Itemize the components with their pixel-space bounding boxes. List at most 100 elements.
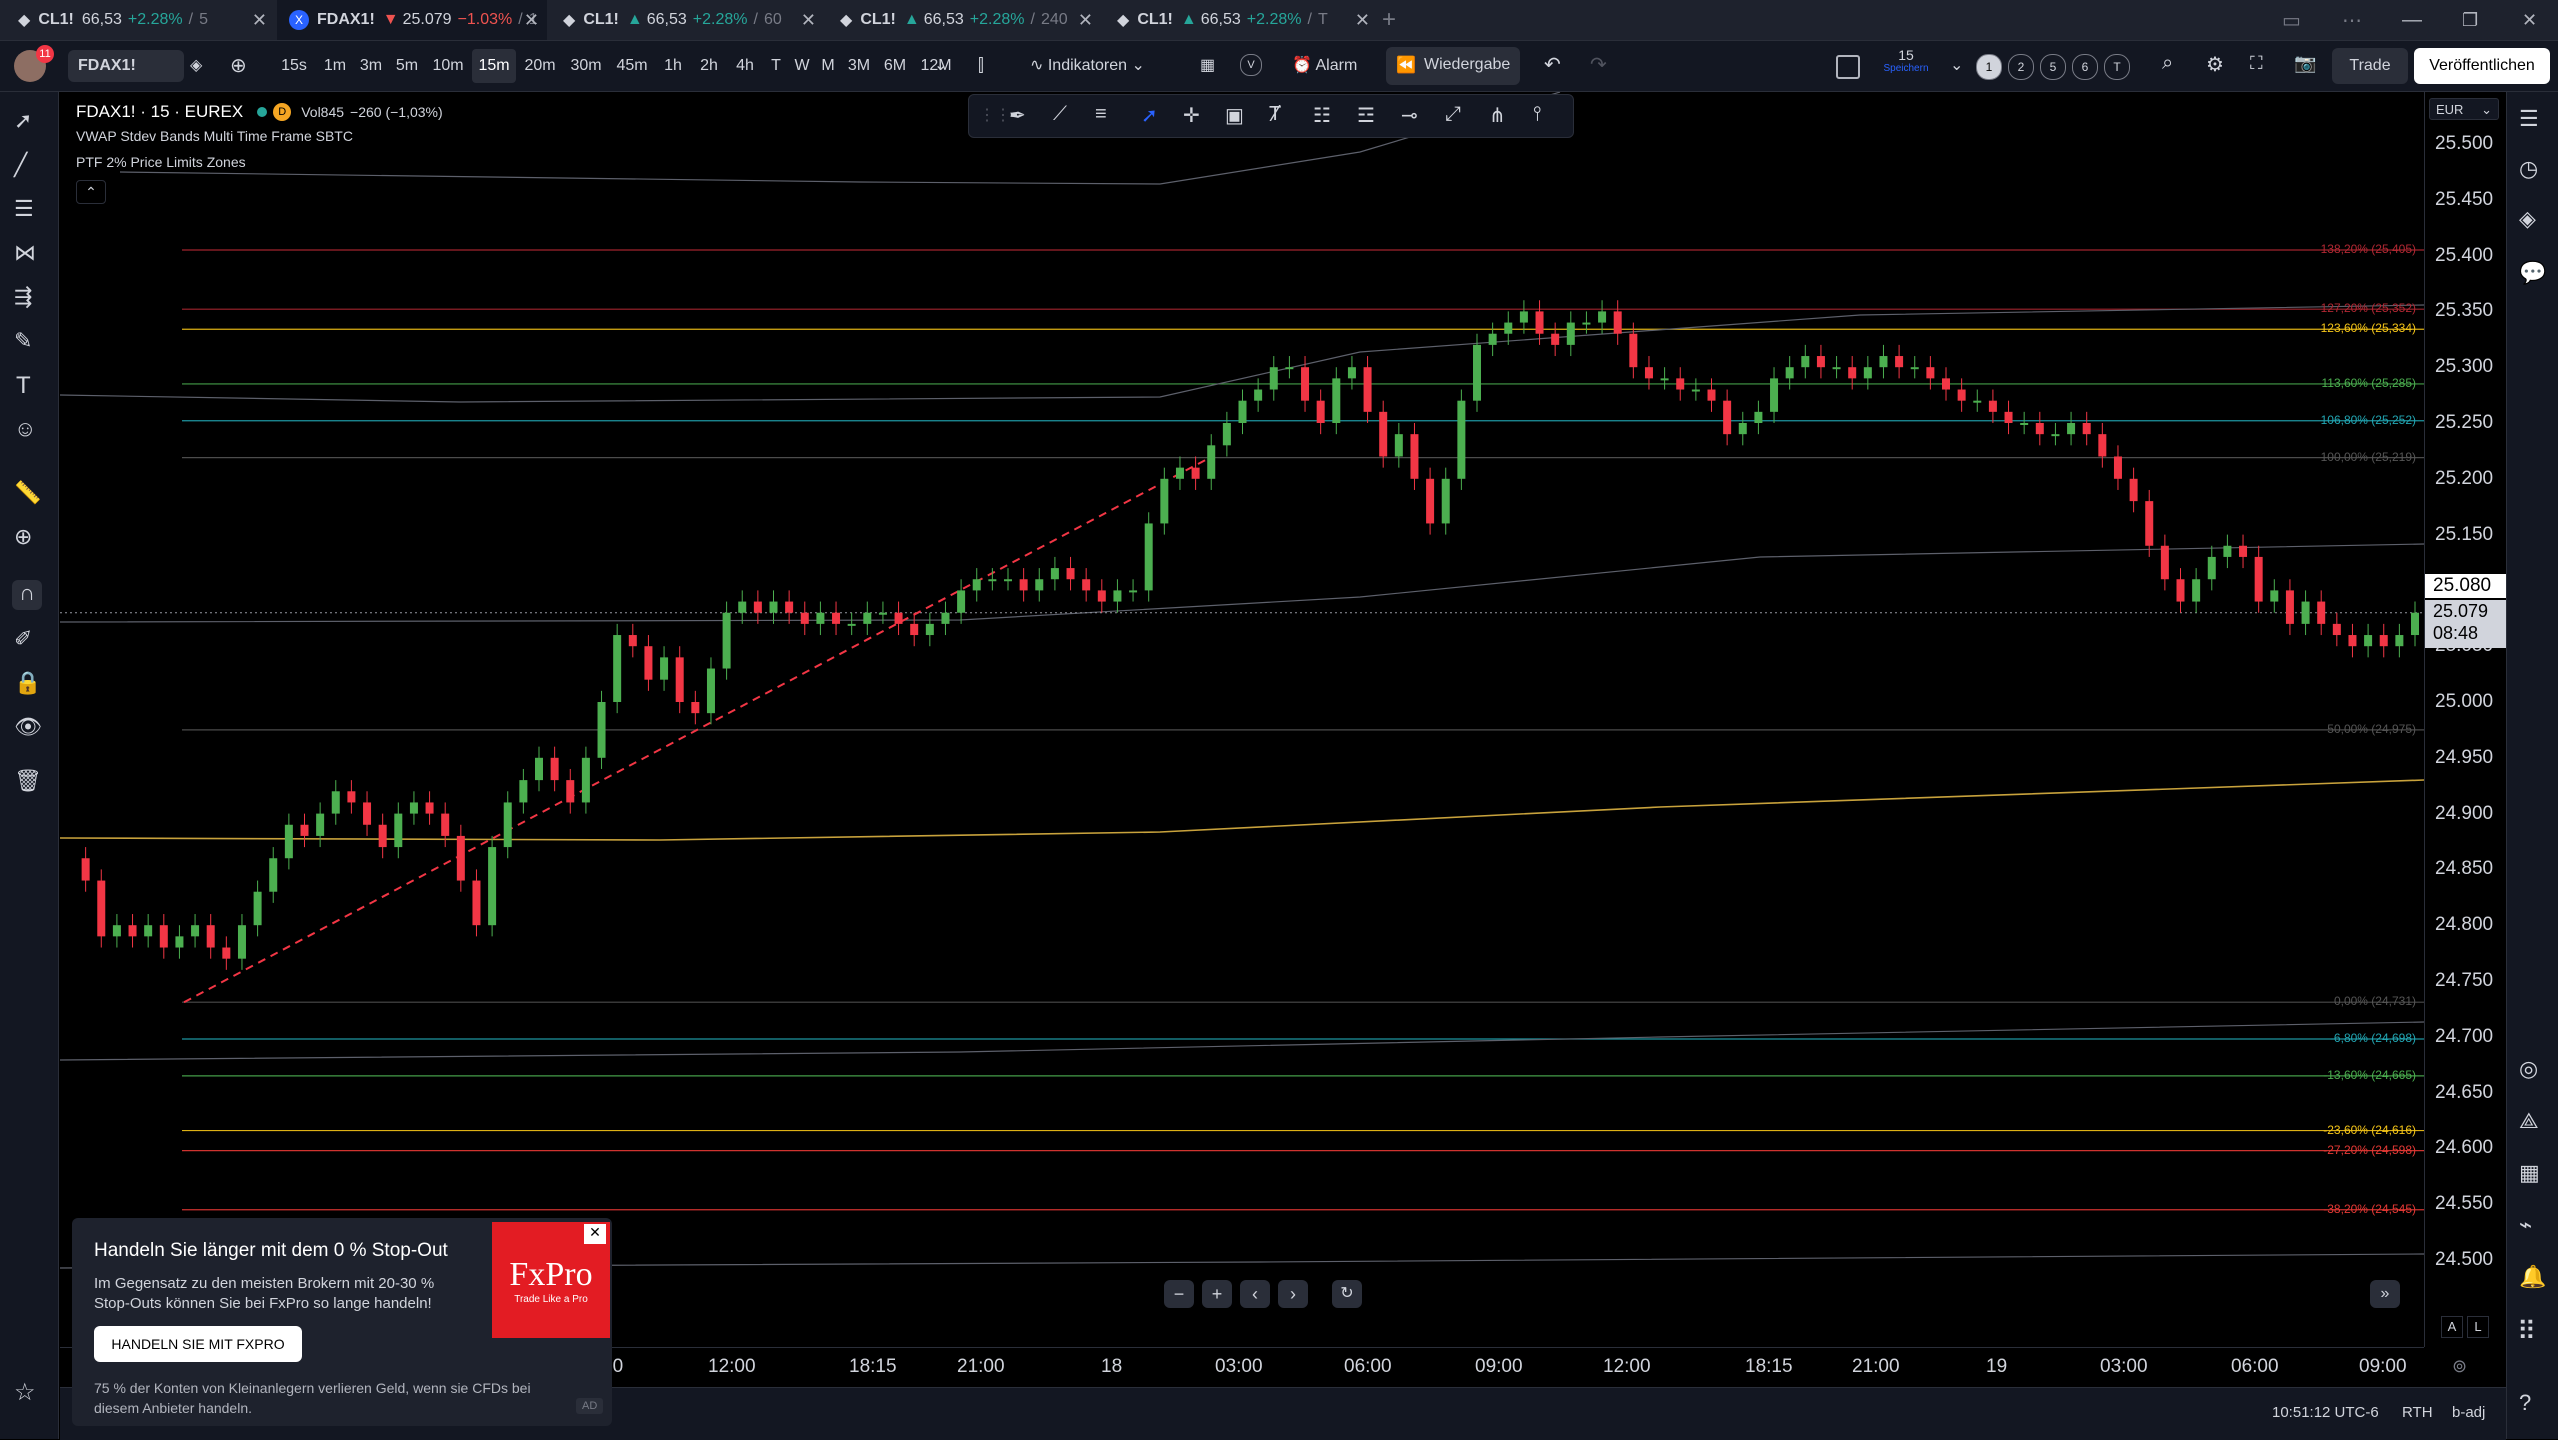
redo-icon[interactable]: ↷ bbox=[1590, 52, 1607, 77]
signal-icon[interactable]: ⌁ bbox=[2519, 1212, 2549, 1242]
session-button[interactable]: RTH bbox=[2402, 1404, 2433, 1421]
camera-icon[interactable]: 📷 bbox=[2294, 53, 2316, 74]
alerts-clock-icon[interactable]: ◷ bbox=[2519, 156, 2549, 186]
scroll-right-button[interactable]: › bbox=[1278, 1280, 1308, 1308]
pointer-icon[interactable]: ➚ bbox=[1141, 103, 1158, 128]
trade-button[interactable]: Trade bbox=[2332, 48, 2408, 84]
target-icon[interactable]: ◎ bbox=[2519, 1056, 2549, 1086]
interval-3m[interactable]: 3m bbox=[354, 49, 388, 83]
eye-icon[interactable]: 👁 bbox=[14, 714, 44, 744]
window-close-icon[interactable]: ✕ bbox=[2522, 0, 2537, 40]
chevron-down-icon[interactable]: ⌄ bbox=[934, 55, 947, 75]
publish-button[interactable]: Veröffentlichen bbox=[2414, 48, 2550, 84]
zoom-in-icon[interactable]: ⊕ bbox=[14, 524, 44, 554]
chat-icon[interactable]: 💬 bbox=[2519, 260, 2549, 290]
chart-pane[interactable] bbox=[60, 92, 2424, 1347]
layout-icon[interactable]: ▭ bbox=[2282, 0, 2301, 40]
alarm-button[interactable]: ⏰ Alarm bbox=[1292, 55, 1357, 75]
text-tool-icon[interactable]: Ⱦ bbox=[1269, 103, 1281, 126]
chart-tab-4[interactable]: ◆ CL1! ▲ 66,53 +2.28% /240 ✕ bbox=[826, 0, 1101, 40]
chart-tab-2[interactable]: X FDAX1! ▼ 25.079 −1.03% /1 ✕ bbox=[277, 0, 547, 40]
maximize-icon[interactable]: ❐ bbox=[2462, 0, 2478, 40]
interval-10m[interactable]: 10m bbox=[426, 49, 470, 83]
indicator-price-limits[interactable]: PTF 2% Price Limits Zones bbox=[76, 154, 443, 170]
page-button-6[interactable]: 6 bbox=[2072, 54, 2098, 80]
pen-icon[interactable]: ✒ bbox=[1009, 103, 1026, 128]
interval-20m[interactable]: 20m bbox=[518, 49, 562, 83]
interval-6M[interactable]: 6M bbox=[878, 49, 912, 83]
clock[interactable]: 10:51:12 UTC-6 bbox=[2272, 1404, 2379, 1421]
chart-tab-3[interactable]: ◆ CL1! ▲ 66,53 +2.28% /60 ✕ bbox=[549, 0, 824, 40]
interval-5m[interactable]: 5m bbox=[390, 49, 424, 83]
template-button[interactable]: V bbox=[1240, 54, 1262, 76]
layers-icon[interactable]: ◈ bbox=[2519, 206, 2549, 236]
cursor-icon[interactable]: ➚ bbox=[14, 108, 44, 138]
zoom-in-button[interactable]: + bbox=[1202, 1280, 1232, 1308]
interval-15m[interactable]: 15m bbox=[472, 49, 516, 83]
trendline-icon[interactable]: ╱ bbox=[14, 152, 44, 182]
compare-icon[interactable]: ◈ bbox=[190, 55, 202, 75]
more-icon[interactable]: ⋯ bbox=[2342, 0, 2362, 40]
indicator-vwap[interactable]: VWAP Stdev Bands Multi Time Frame SBTC bbox=[76, 128, 443, 144]
close-icon[interactable]: ✕ bbox=[1355, 10, 1370, 31]
page-button-1[interactable]: 1 bbox=[1976, 54, 2002, 80]
page-button-2[interactable]: 2 bbox=[2008, 54, 2034, 80]
interval-T[interactable]: T bbox=[764, 49, 788, 83]
drag-handle-icon[interactable]: ⋮⋮ bbox=[979, 105, 1011, 125]
time-settings-icon[interactable]: ⊚ bbox=[2452, 1356, 2467, 1377]
interval-30m[interactable]: 30m bbox=[564, 49, 608, 83]
log-scale-button[interactable]: L bbox=[2467, 1316, 2489, 1338]
emoji-icon[interactable]: ☺ bbox=[14, 416, 44, 446]
help-icon[interactable]: ? bbox=[2519, 1390, 2549, 1420]
undo-icon[interactable]: ↶ bbox=[1544, 52, 1561, 77]
scroll-to-realtime-button[interactable]: » bbox=[2370, 1280, 2400, 1308]
calendar-icon[interactable]: ▦ bbox=[2519, 1160, 2549, 1190]
auto-scale-button[interactable]: A bbox=[2441, 1316, 2463, 1338]
watchlist-star-icon[interactable]: ☆ bbox=[14, 1378, 44, 1408]
brush-icon[interactable]: ✎ bbox=[14, 328, 44, 358]
trash-icon[interactable]: 🗑 bbox=[14, 768, 44, 798]
apps-grid-icon[interactable]: ⠿ bbox=[2517, 1316, 2547, 1346]
page-button-5[interactable]: 5 bbox=[2040, 54, 2066, 80]
fib-icon[interactable]: ☰ bbox=[14, 196, 44, 226]
add-symbol-icon[interactable]: ⊕ bbox=[230, 53, 247, 78]
close-icon[interactable]: ✕ bbox=[524, 10, 539, 31]
magnet-icon[interactable]: ∩ bbox=[12, 580, 42, 610]
currency-select[interactable]: EUR ⌄ bbox=[2429, 98, 2499, 120]
pitchfork-icon[interactable]: ⋔ bbox=[1489, 103, 1506, 128]
forecast-icon[interactable]: ⇶ bbox=[14, 284, 44, 314]
interval-45m[interactable]: 45m bbox=[610, 49, 654, 83]
interval-4h[interactable]: 4h bbox=[728, 49, 762, 83]
ad-close-icon[interactable]: ✕ bbox=[584, 1224, 606, 1244]
interval-15s[interactable]: 15s bbox=[272, 49, 316, 83]
close-icon[interactable]: ✕ bbox=[252, 10, 267, 31]
chart-tab-1[interactable]: ◆ CL1! 66,53 +2.28% /5 ✕ bbox=[0, 0, 275, 40]
price-axis[interactable]: EUR ⌄ 25.500 25.450 25.400 25.350 25.300 25.25… bbox=[2424, 92, 2507, 1347]
save-button[interactable]: 15 Speichern bbox=[1876, 47, 1936, 74]
ad-banner[interactable]: Handeln Sie länger mit dem 0 % Stop-Out … bbox=[72, 1218, 612, 1426]
rectangle-icon[interactable]: ▣ bbox=[1225, 103, 1244, 128]
ideas-icon[interactable]: ⟁ bbox=[2519, 1108, 2549, 1138]
pattern-icon[interactable]: ⋈ bbox=[14, 240, 44, 270]
interval-2h[interactable]: 2h bbox=[692, 49, 726, 83]
minimize-icon[interactable]: — bbox=[2402, 0, 2422, 40]
trend-angle-icon[interactable]: ⤢ bbox=[1445, 103, 1461, 126]
interval-W[interactable]: W bbox=[790, 49, 814, 83]
symbol-search[interactable]: FDAX1! bbox=[68, 50, 184, 82]
settings-icon[interactable]: ⚙ bbox=[2206, 52, 2224, 77]
ruler-icon[interactable]: 📏 bbox=[14, 480, 44, 510]
quick-search-icon[interactable]: ⌕ bbox=[2162, 52, 2173, 75]
price-chart[interactable] bbox=[60, 92, 2424, 1347]
new-tab-button[interactable]: + bbox=[1382, 0, 1412, 40]
close-icon[interactable]: ✕ bbox=[1078, 10, 1093, 31]
interval-1m[interactable]: 1m bbox=[318, 49, 352, 83]
watchlist-icon[interactable]: ☰ bbox=[2519, 106, 2549, 136]
collapse-legend-icon[interactable]: ⌃ bbox=[76, 180, 106, 204]
candles-icon[interactable]: ⫿ bbox=[978, 55, 984, 76]
close-icon[interactable]: ✕ bbox=[801, 10, 816, 31]
parallel-channel-icon[interactable]: ≡ bbox=[1095, 103, 1107, 126]
scroll-left-button[interactable]: ‹ bbox=[1240, 1280, 1270, 1308]
indicators-button[interactable]: ∿ Indikatoren ⌄ bbox=[1030, 55, 1145, 75]
interval-3M[interactable]: 3M bbox=[842, 49, 876, 83]
reset-chart-button[interactable]: ↻ bbox=[1332, 1280, 1362, 1308]
